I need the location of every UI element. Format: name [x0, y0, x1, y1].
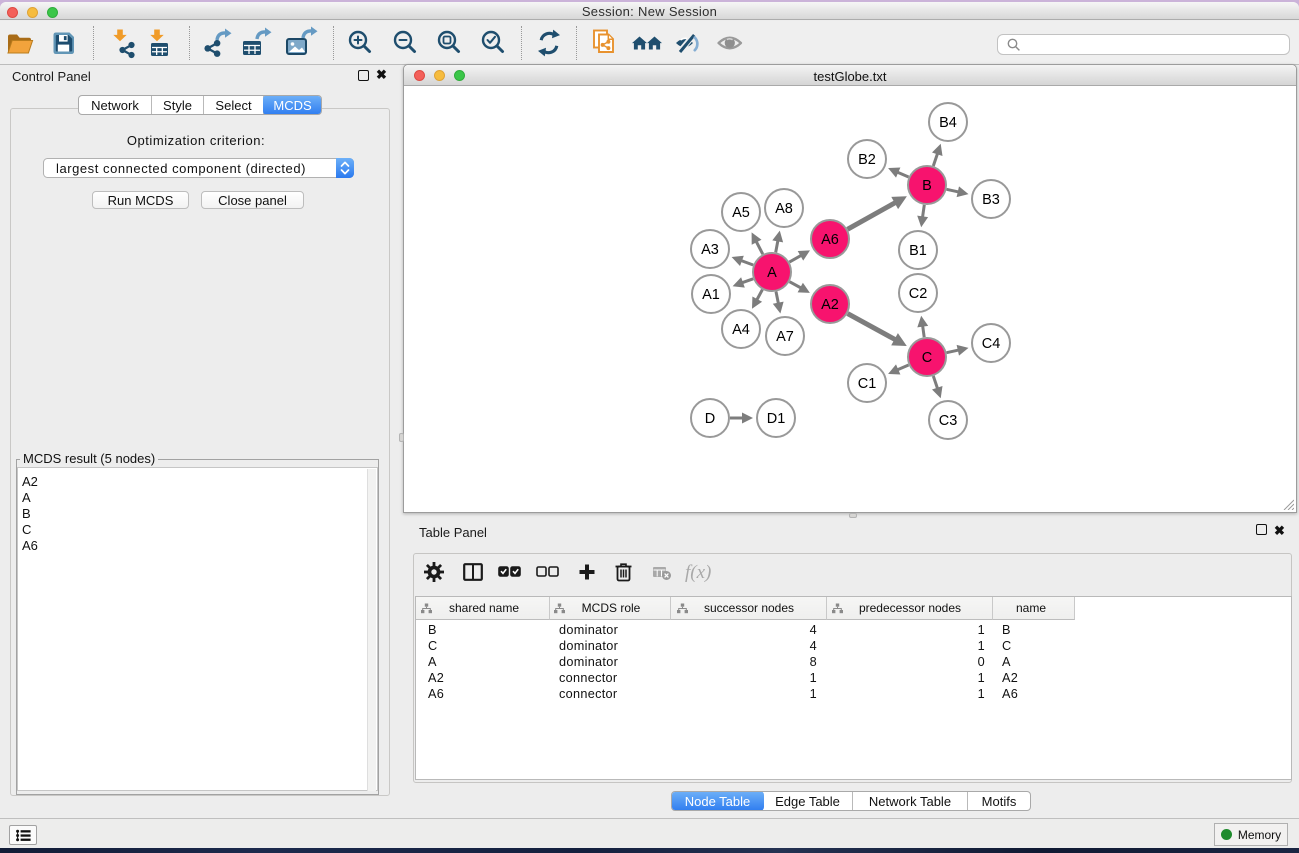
- svg-text:D1: D1: [767, 411, 786, 427]
- svg-text:C4: C4: [982, 336, 1001, 352]
- svg-text:C: C: [922, 350, 932, 366]
- svg-text:A7: A7: [776, 329, 794, 345]
- svg-text:A4: A4: [732, 322, 750, 338]
- svg-text:C1: C1: [858, 376, 877, 392]
- svg-text:B4: B4: [939, 115, 957, 131]
- svg-text:A6: A6: [821, 232, 839, 248]
- svg-text:B3: B3: [982, 192, 1000, 208]
- svg-text:B2: B2: [858, 152, 876, 168]
- svg-text:A8: A8: [775, 201, 793, 217]
- svg-text:A3: A3: [701, 242, 719, 258]
- svg-text:D: D: [705, 411, 715, 427]
- svg-text:B: B: [922, 178, 932, 194]
- svg-text:A2: A2: [821, 297, 839, 313]
- svg-text:C2: C2: [909, 286, 928, 302]
- svg-text:C3: C3: [939, 413, 958, 429]
- svg-text:B1: B1: [909, 243, 927, 259]
- svg-text:A: A: [767, 265, 777, 281]
- svg-text:A5: A5: [732, 205, 750, 221]
- svg-text:A1: A1: [702, 287, 720, 303]
